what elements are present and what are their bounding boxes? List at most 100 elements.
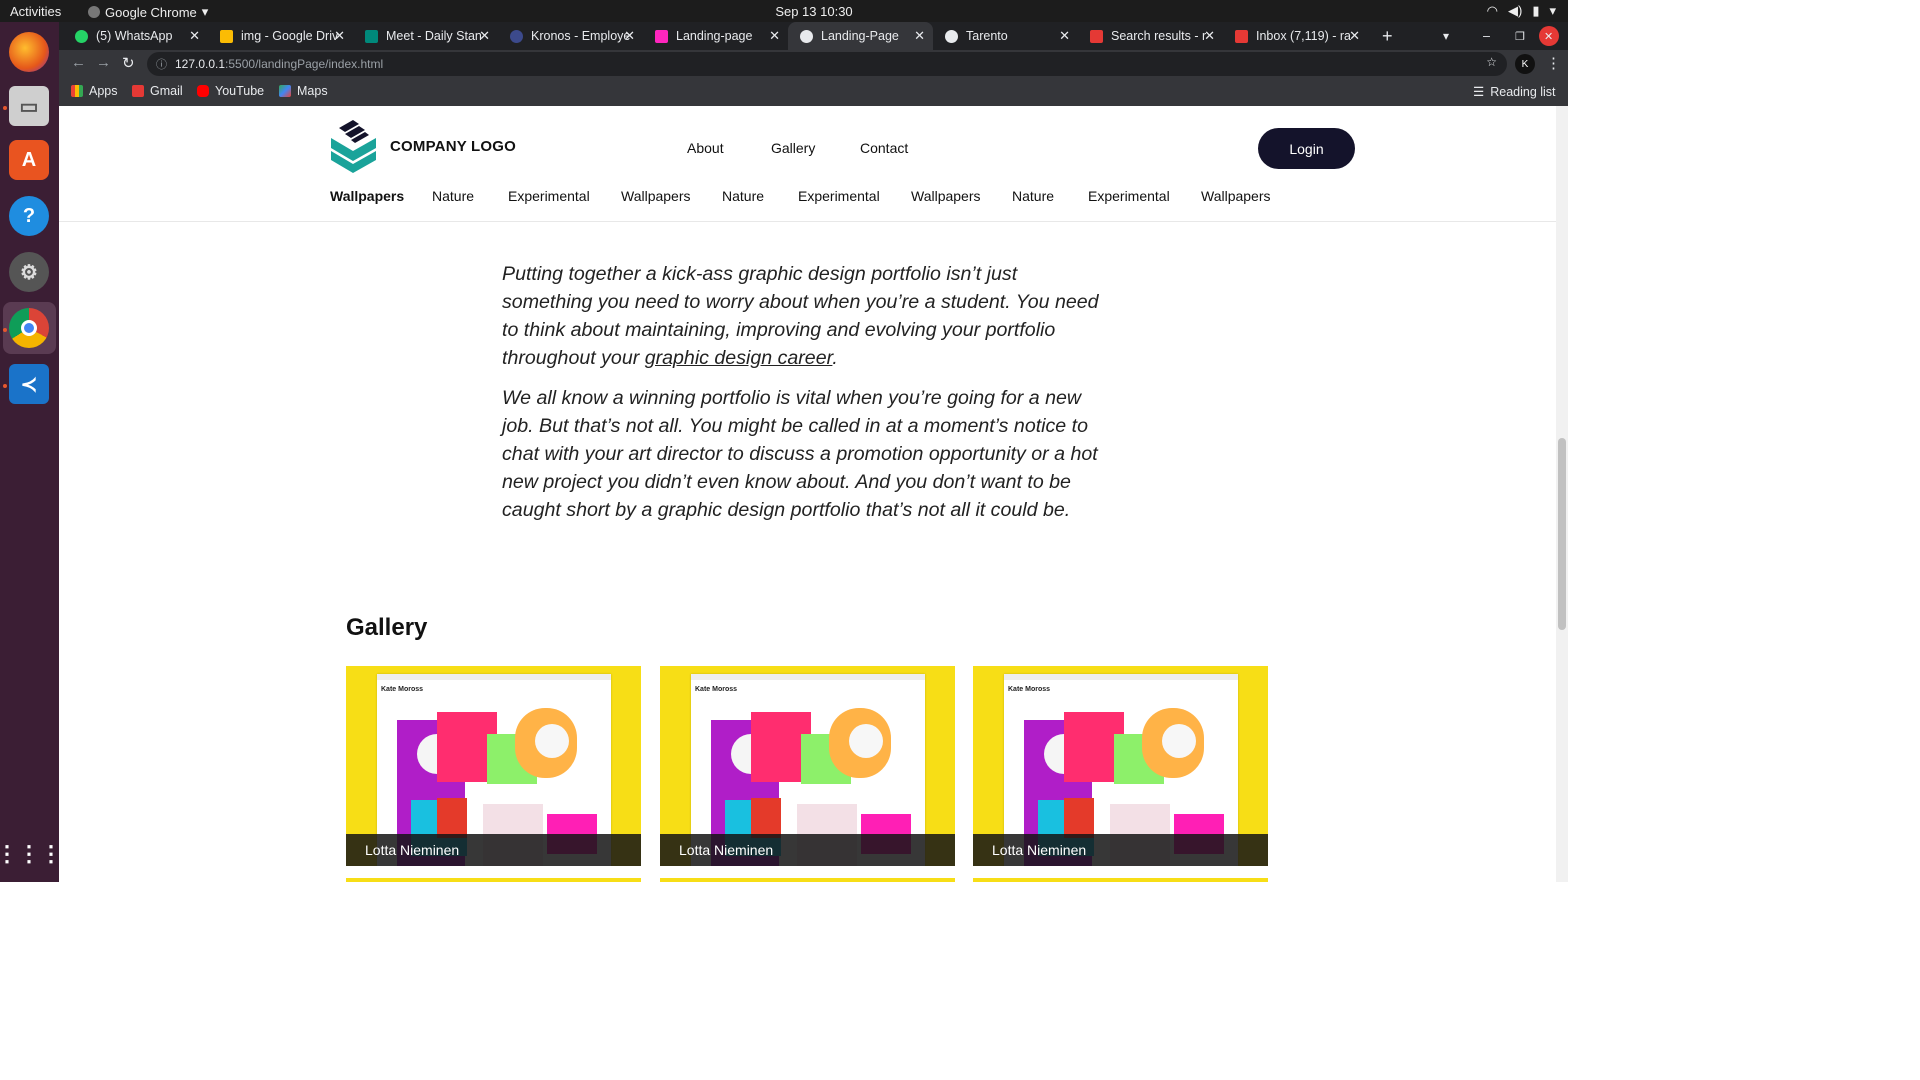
restore-icon[interactable]: ❐: [1509, 22, 1533, 50]
category-experimental[interactable]: Experimental: [508, 188, 590, 204]
profile-avatar[interactable]: K: [1515, 54, 1535, 74]
category-wallpapers[interactable]: Wallpapers: [1201, 188, 1271, 204]
wifi-icon: ◠: [1486, 3, 1498, 18]
url-host: 127.0.0.1: [175, 57, 226, 71]
company-logo[interactable]: COMPANY LOGO: [329, 118, 516, 174]
category-nature[interactable]: Nature: [432, 188, 474, 204]
gallery-card-next-row[interactable]: [346, 878, 641, 882]
close-tab-icon[interactable]: ✕: [189, 28, 200, 44]
tab-whatsapp[interactable]: (5) WhatsApp ✕: [63, 22, 208, 50]
category-nature[interactable]: Nature: [1012, 188, 1054, 204]
article-body: Putting together a kick-ass graphic desi…: [502, 260, 1112, 536]
nav-gallery[interactable]: Gallery: [771, 140, 815, 156]
clock[interactable]: Sep 13 10:30: [0, 4, 1628, 19]
minimize-icon[interactable]: –: [1477, 22, 1501, 50]
reading-list-button[interactable]: ☰ Reading list: [1473, 84, 1556, 100]
tab-inbox[interactable]: Inbox (7,119) - ra ✕: [1223, 22, 1368, 50]
scrollbar-thumb[interactable]: [1558, 438, 1566, 630]
back-arrow-icon[interactable]: ←: [71, 54, 86, 71]
bookmark-label: Maps: [297, 84, 328, 98]
close-tab-icon[interactable]: ✕: [769, 28, 780, 44]
gallery-card-next-row[interactable]: [973, 878, 1268, 882]
volume-icon: ◀): [1507, 3, 1523, 18]
reload-icon[interactable]: ↻: [122, 54, 135, 72]
category-nature[interactable]: Nature: [722, 188, 764, 204]
nav-contact[interactable]: Contact: [860, 140, 908, 156]
paragraph-end: .: [832, 347, 838, 369]
youtube-icon: [197, 85, 209, 97]
kronos-icon: [510, 29, 523, 43]
category-experimental[interactable]: Experimental: [798, 188, 880, 204]
bookmark-gmail[interactable]: Gmail: [132, 84, 183, 98]
vscode-icon[interactable]: ≺: [9, 364, 49, 404]
tab-google-drive[interactable]: img - Google Driv ✕: [208, 22, 353, 50]
close-window-icon[interactable]: ✕: [1539, 26, 1559, 46]
gallery-card-next-row[interactable]: [660, 878, 955, 882]
gallery-card[interactable]: Kate Moross Lotta Nieminen: [346, 666, 641, 866]
category-wallpapers[interactable]: Wallpapers: [911, 188, 981, 204]
gallery-card[interactable]: Kate Moross Lotta Nieminen: [660, 666, 955, 866]
category-wallpapers[interactable]: Wallpapers: [621, 188, 691, 204]
close-tab-icon[interactable]: ✕: [334, 28, 345, 44]
close-tab-icon[interactable]: ✕: [479, 28, 490, 44]
close-tab-icon[interactable]: ✕: [1204, 28, 1215, 44]
category-wallpapers[interactable]: Wallpapers: [330, 188, 404, 204]
show-applications-icon[interactable]: ⋮⋮⋮: [0, 834, 62, 874]
browser-bar: [377, 674, 611, 680]
tab-search-icon[interactable]: ▾: [1437, 22, 1461, 50]
close-tab-icon[interactable]: ✕: [1059, 28, 1070, 44]
settings-gear-icon[interactable]: ⚙: [9, 252, 49, 292]
tab-landing-page-active[interactable]: Landing-Page ✕: [788, 22, 933, 50]
gallery-title: Gallery: [346, 614, 428, 641]
tab-label: Search results - r: [1111, 29, 1207, 43]
os-top-bar: Activities Google Chrome ▾ Sep 13 10:30 ◠…: [0, 0, 1568, 22]
gallery-caption: Lotta Nieminen: [973, 834, 1268, 866]
login-button[interactable]: Login: [1258, 128, 1355, 169]
dock: ▭ A ? ⚙ ≺ ⋮⋮⋮: [0, 22, 62, 882]
gallery-caption: Lotta Nieminen: [346, 834, 641, 866]
tab-kronos[interactable]: Kronos - Employe ✕: [498, 22, 643, 50]
close-tab-icon[interactable]: ✕: [914, 28, 925, 44]
tab-meet[interactable]: Meet - Daily Stan ✕: [353, 22, 498, 50]
files-icon[interactable]: ▭: [9, 86, 49, 126]
tab-label: Landing-page: [676, 29, 753, 43]
page-scrollbar[interactable]: [1556, 106, 1568, 882]
close-tab-icon[interactable]: ✕: [1349, 28, 1360, 44]
reading-list-icon: ☰: [1473, 85, 1485, 99]
graphic-design-career-link[interactable]: graphic design career: [645, 347, 833, 369]
software-center-icon[interactable]: A: [9, 140, 49, 180]
firefox-icon[interactable]: [9, 32, 49, 72]
menu-kebab-icon[interactable]: ⋮: [1546, 54, 1561, 72]
tab-landing-page-xd[interactable]: Landing-page ✕: [643, 22, 788, 50]
new-tab-plus-icon[interactable]: +: [1374, 22, 1402, 50]
tab-label: Tarento: [966, 29, 1008, 43]
reading-list-label: Reading list: [1490, 84, 1556, 99]
globe-icon: [945, 29, 958, 43]
nav-about[interactable]: About: [687, 140, 724, 156]
tab-label: img - Google Driv: [241, 29, 339, 43]
gallery-card[interactable]: Kate Moross Lotta Nieminen: [973, 666, 1268, 866]
tab-tarento[interactable]: Tarento ✕: [933, 22, 1078, 50]
bookmark-maps[interactable]: Maps: [279, 84, 328, 98]
help-icon[interactable]: ?: [9, 196, 49, 236]
close-tab-icon[interactable]: ✕: [624, 28, 635, 44]
meet-icon: [365, 29, 378, 43]
address-bar[interactable]: ⓘ 127.0.0.1:5500/landingPage/index.html …: [147, 52, 1507, 76]
forward-arrow-icon[interactable]: →: [96, 54, 111, 71]
browser-bar: [691, 674, 925, 680]
chrome-dock-icon[interactable]: [9, 308, 49, 348]
system-tray[interactable]: ◠ ◀) ▮ ▾: [1487, 3, 1556, 19]
category-experimental[interactable]: Experimental: [1088, 188, 1170, 204]
running-indicator: [3, 328, 7, 332]
bookmark-apps[interactable]: Apps: [71, 84, 118, 98]
browser-bar: [1004, 674, 1238, 680]
article-paragraph: We all know a winning portfolio is vital…: [502, 387, 1098, 521]
bookmark-star-icon[interactable]: ☆: [1486, 55, 1497, 69]
whatsapp-icon: [75, 29, 88, 43]
bookmark-youtube[interactable]: YouTube: [197, 84, 264, 98]
tab-search-results[interactable]: Search results - r ✕: [1078, 22, 1223, 50]
running-indicator: [3, 384, 7, 388]
screenshot-name: Kate Moross: [1008, 686, 1051, 693]
bookmark-label: Apps: [89, 84, 118, 98]
info-icon: ⓘ: [156, 59, 167, 71]
